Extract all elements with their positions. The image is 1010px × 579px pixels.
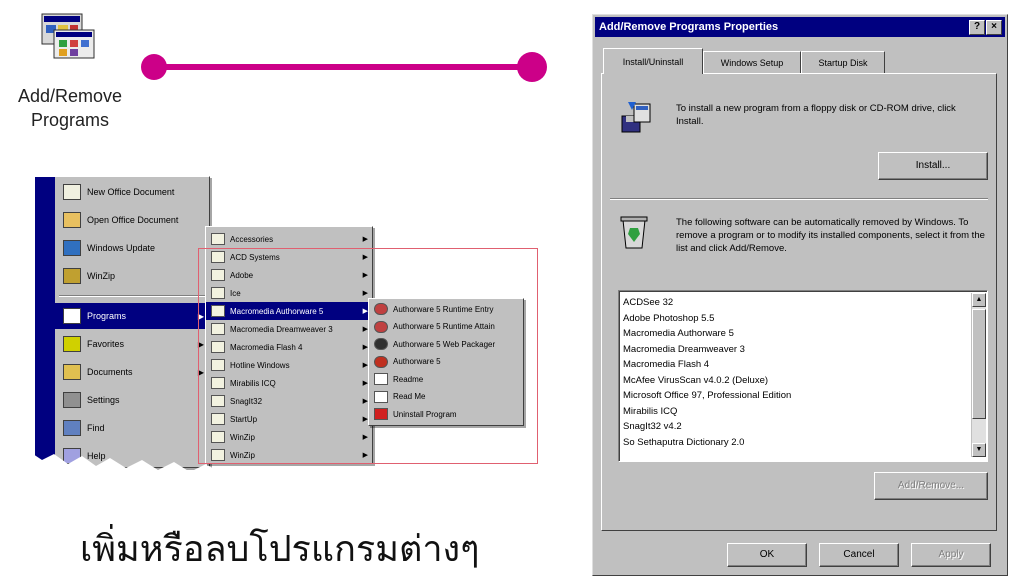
start-menu-item-label: Favorites	[87, 339, 125, 349]
start-menu-item[interactable]: Documents ▶	[55, 359, 209, 385]
remove-description: The following software can be automatica…	[676, 217, 985, 254]
close-button[interactable]: ×	[986, 20, 1002, 35]
list-item[interactable]: Macromedia Flash 4	[623, 359, 709, 371]
list-item[interactable]: McAfee VirusScan v4.0.2 (Deluxe)	[623, 375, 768, 387]
start-menu-item-label: Settings	[87, 395, 120, 405]
list-item[interactable]: Adobe Photoshop 5.5	[623, 313, 714, 325]
programs-menu-item[interactable]: Accessories ▶	[206, 230, 372, 248]
scroll-thumb[interactable]	[972, 309, 986, 419]
list-item[interactable]: Macromedia Dreamweaver 3	[623, 344, 745, 356]
tab-windows-setup[interactable]: Windows Setup	[703, 51, 801, 73]
help-button[interactable]: ?	[969, 20, 985, 35]
icon-label-line-1: Add/Remove	[17, 86, 123, 106]
start-menu-item[interactable]: Settings	[55, 387, 209, 413]
start-menu-item[interactable]: Programs ▶	[55, 303, 209, 329]
settings-icon	[63, 392, 81, 408]
tab-panel: To install a new program from a floppy d…	[601, 73, 997, 531]
install-button[interactable]: Install...	[878, 152, 988, 180]
dialog-title: Add/Remove Programs Properties	[599, 21, 779, 33]
programs-menu-item-label: Accessories	[230, 234, 274, 244]
start-menu-item-label: New Office Document	[87, 187, 175, 197]
ok-button[interactable]: OK	[727, 543, 807, 567]
add-remove-programs-dialog: Add/Remove Programs Properties ? × Insta…	[592, 14, 1008, 576]
start-menu-item[interactable]: WinZip	[55, 263, 209, 289]
list-item[interactable]: ACDSee 32	[623, 297, 673, 309]
list-scrollbar[interactable]: ▲ ▼	[971, 293, 986, 457]
list-item[interactable]: SnagIt32 v4.2	[623, 421, 682, 433]
winzip-icon	[63, 268, 81, 284]
find-icon	[63, 420, 81, 436]
thai-caption: เพิ่มหรือลบโปรแกรมต่างๆ	[80, 529, 480, 570]
start-menu-item[interactable]: Find	[55, 415, 209, 441]
start-menu-item[interactable]: Open Office Document	[55, 207, 209, 233]
list-item[interactable]: Mirabilis ICQ	[623, 406, 677, 418]
start-menu: New Office Document Open Office Document W…	[34, 176, 210, 468]
open-folder-icon	[63, 212, 81, 228]
start-menu-separator	[59, 295, 205, 297]
add-remove-button[interactable]: Add/Remove...	[874, 472, 988, 500]
documents-icon	[63, 364, 81, 380]
start-menu-item-label: Programs	[87, 311, 127, 321]
scroll-down-button[interactable]: ▼	[972, 443, 986, 457]
globe-icon	[63, 240, 81, 256]
dialog-titlebar[interactable]: Add/Remove Programs Properties ? ×	[595, 17, 1005, 37]
recycle-bin-icon	[620, 216, 648, 249]
new-doc-icon	[63, 184, 81, 200]
start-menu-item-label: Find	[87, 423, 105, 433]
start-menu-item-label: Open Office Document	[87, 215, 179, 225]
installed-programs-list[interactable]: ACDSee 32 Adobe Photoshop 5.5 Macromedia A…	[618, 290, 988, 462]
start-menu-item[interactable]: Windows Update	[55, 235, 209, 261]
start-menu-item[interactable]: Favorites ▶	[55, 331, 209, 357]
list-item[interactable]: Macromedia Authorware 5	[623, 328, 734, 340]
tab-install-uninstall[interactable]: Install/Uninstall	[603, 48, 703, 74]
program-group-icon	[211, 233, 225, 245]
connector-line	[141, 52, 547, 82]
start-menu-banner	[35, 177, 55, 467]
start-menu-item-label: Documents	[87, 367, 133, 377]
start-menu-item-label: WinZip	[87, 271, 116, 281]
add-remove-programs-label: Add/Remove Programs	[0, 84, 140, 132]
favorites-icon	[63, 336, 81, 352]
list-item[interactable]: Microsoft Office 97, Professional Editio…	[623, 390, 791, 402]
tab-startup-disk[interactable]: Startup Disk	[801, 51, 885, 73]
scroll-up-button[interactable]: ▲	[972, 293, 986, 307]
submenu-arrow-icon: ▶	[362, 236, 368, 243]
start-menu-item[interactable]: New Office Document	[55, 179, 209, 205]
cancel-button[interactable]: Cancel	[819, 543, 899, 567]
add-remove-programs-icon[interactable]	[40, 12, 96, 60]
apply-button[interactable]: Apply	[911, 543, 991, 567]
section-divider	[610, 198, 988, 200]
start-menu-item-label: Windows Update	[87, 243, 156, 253]
install-disk-icon	[621, 102, 651, 133]
icon-label-line-2: Programs	[30, 110, 110, 130]
programs-icon	[63, 308, 81, 324]
list-item[interactable]: So Sethaputra Dictionary 2.0	[623, 437, 744, 449]
highlight-box	[198, 248, 538, 464]
install-description: To install a new program from a floppy d…	[676, 103, 956, 127]
